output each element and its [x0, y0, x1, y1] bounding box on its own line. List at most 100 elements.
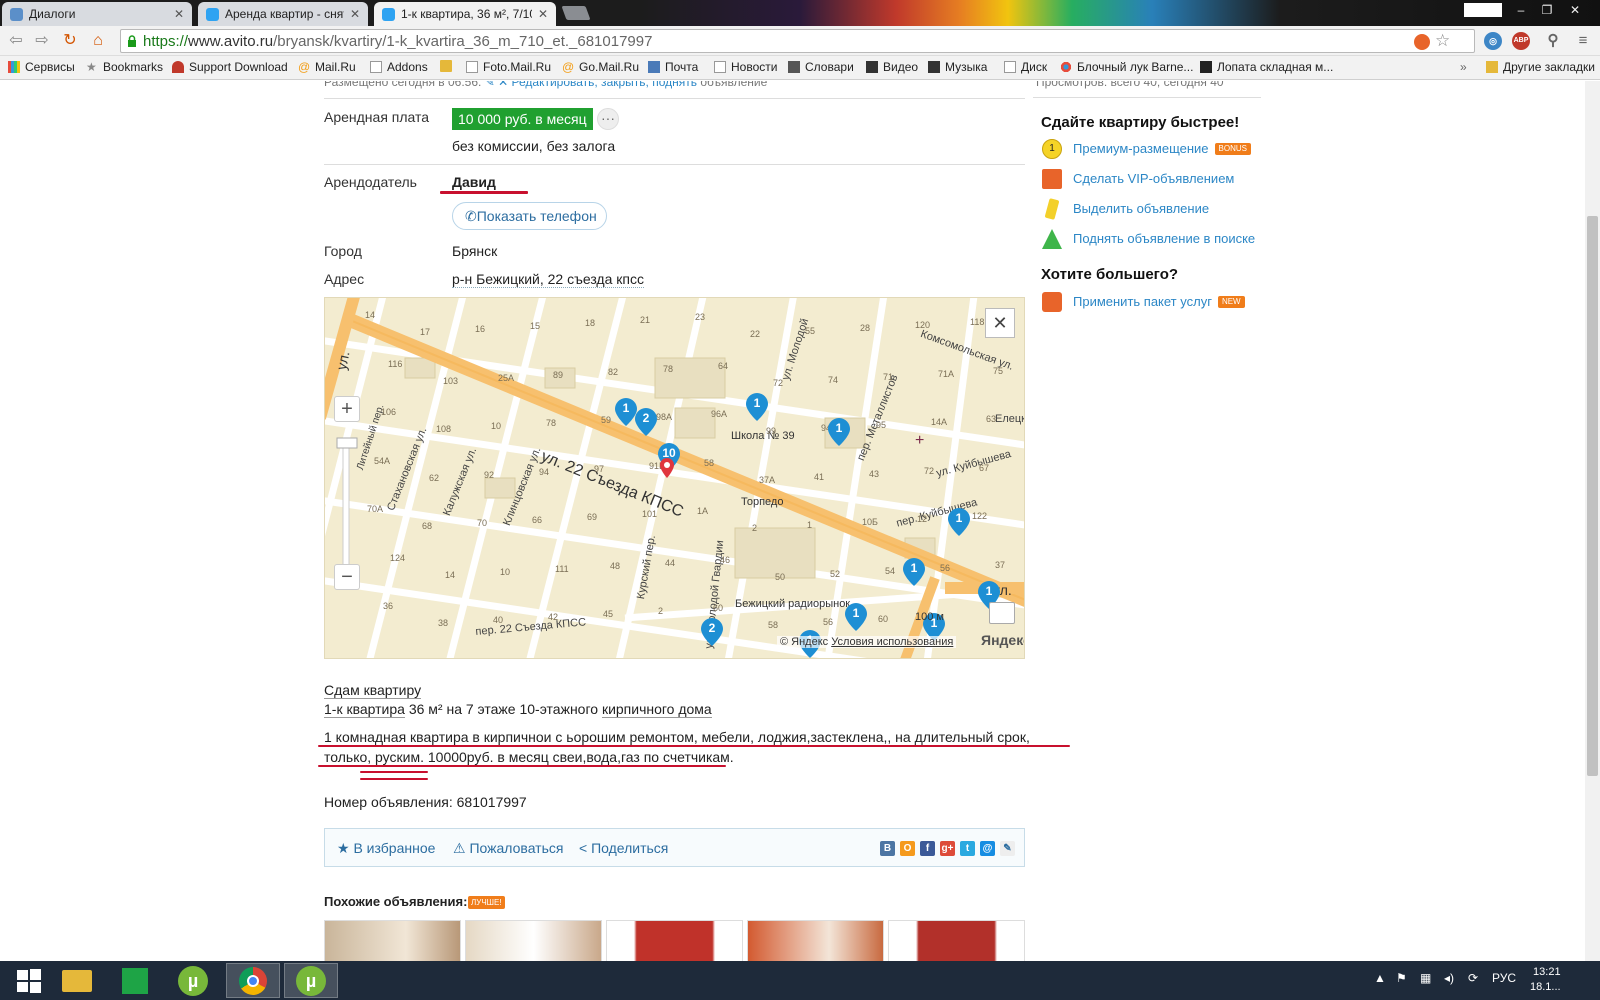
favorite-button[interactable]: ★ В избранное — [337, 840, 435, 857]
odnoklassniki-share-icon[interactable]: О — [900, 841, 915, 856]
map-cluster-marker[interactable]: 1 — [828, 418, 850, 446]
bookmark-go-mailru[interactable]: @ Go.Mail.Ru — [562, 60, 639, 74]
map-cluster-marker[interactable]: 1 — [746, 393, 768, 421]
clock[interactable]: 13:21 18.1... — [1530, 965, 1561, 995]
tab-dialogs[interactable]: Диалоги ✕ — [2, 2, 192, 26]
map-cluster-marker[interactable]: 2 — [701, 618, 723, 646]
map-cluster-marker[interactable]: 1 — [615, 398, 637, 426]
yandex-map[interactable]: ул. 22 Съезда КПСС Стахановская ул. Калу… — [324, 297, 1025, 659]
close-icon[interactable]: ✕ — [174, 7, 184, 21]
bookmark-services[interactable]: Сервисы — [8, 60, 75, 74]
livejournal-share-icon[interactable]: ✎ — [1000, 841, 1015, 856]
map-building-number: 48 — [610, 560, 621, 571]
similar-listing-thumbnail[interactable] — [324, 920, 461, 961]
share-label: Поделиться — [591, 840, 669, 856]
marker-count: 1 — [835, 421, 843, 435]
bookmark-bookmarks[interactable]: ★ Bookmarks — [86, 60, 163, 74]
map-building-number: 103 — [443, 375, 459, 386]
show-hidden-icons[interactable]: ▲ — [1374, 971, 1386, 985]
forward-icon[interactable]: ⇨ — [32, 31, 52, 51]
similar-listing-thumbnail[interactable] — [888, 920, 1025, 961]
sync-icon[interactable]: ⟳ — [1468, 971, 1478, 985]
bookmark-onion-look[interactable]: Блочный лук Barne... — [1060, 60, 1193, 74]
new-tab-button[interactable] — [561, 6, 591, 20]
bookmark-addons[interactable]: Addons — [370, 60, 428, 74]
facebook-share-icon[interactable]: f — [920, 841, 935, 856]
promote-raise-link[interactable]: Поднять объявление в поиске — [1073, 231, 1255, 246]
language-indicator[interactable]: РУС — [1492, 971, 1516, 985]
bookmark-news[interactable]: Новости — [714, 60, 777, 74]
extension-icon[interactable] — [1414, 34, 1430, 50]
volume-icon[interactable]: ◂) — [1444, 971, 1454, 985]
bookmark-star-icon[interactable]: ☆ — [1435, 31, 1450, 51]
windows-start-icon[interactable] — [2, 963, 56, 998]
extension-icon[interactable]: ◎ — [1484, 32, 1502, 50]
map-building-number: 43 — [869, 468, 880, 479]
map-cluster-marker[interactable]: 1 — [845, 603, 867, 631]
report-button[interactable]: ⚠ Пожаловаться — [453, 840, 563, 857]
flag-icon[interactable]: ⚑ — [1396, 971, 1407, 985]
file-explorer-icon[interactable] — [50, 963, 104, 998]
close-icon[interactable]: ✕ — [350, 7, 360, 21]
promote-premium-link[interactable]: Премиум-размещение BONUS — [1073, 141, 1251, 156]
maximize-icon[interactable]: ❐ — [1534, 0, 1560, 20]
more-options-button[interactable]: ··· — [597, 108, 619, 130]
profile-button[interactable] — [1464, 3, 1502, 17]
zoom-in-button[interactable]: + — [334, 396, 360, 422]
tab-rent-list[interactable]: Аренда квартир - снять к ✕ — [198, 2, 368, 26]
address-link[interactable]: р-н Бежицкий, 22 съезда кпсс — [452, 271, 644, 288]
bookmark-folder[interactable] — [440, 60, 457, 72]
ruler-icon[interactable] — [989, 602, 1015, 624]
back-icon[interactable]: ⇦ — [6, 31, 26, 51]
store-icon[interactable] — [108, 963, 162, 998]
bookmark-other[interactable]: Другие закладки — [1486, 60, 1595, 74]
network-icon[interactable]: ▦ — [1420, 971, 1431, 985]
show-phone-button[interactable]: ✆Показать телефон — [452, 202, 607, 230]
googleplus-share-icon[interactable]: g+ — [940, 841, 955, 856]
similar-listing-thumbnail[interactable] — [606, 920, 743, 961]
similar-listing-thumbnail[interactable] — [465, 920, 602, 961]
utorrent-icon[interactable]: µ — [284, 963, 338, 998]
share-button[interactable]: < Поделиться — [579, 840, 668, 856]
address-bar[interactable]: https://www.avito.ru/bryansk/kvartiry/1-… — [120, 29, 1475, 53]
map-close-button[interactable]: ✕ — [985, 308, 1015, 338]
home-icon[interactable]: ⌂ — [88, 31, 108, 51]
terms-link[interactable]: Условия использования — [831, 636, 953, 648]
tab-listing[interactable]: 1-к квартира, 36 м², 7/10 ✕ — [374, 2, 556, 26]
chrome-icon[interactable] — [226, 963, 280, 998]
scrollbar-thumb[interactable] — [1587, 216, 1598, 776]
apply-package-link[interactable]: Применить пакет услуг NEW — [1073, 294, 1245, 309]
bookmark-support-download[interactable]: Support Download — [172, 60, 288, 74]
bookmark-mailru[interactable]: @ Mail.Ru — [298, 60, 356, 74]
minimize-icon[interactable]: – — [1508, 0, 1534, 20]
map-poi-school: Школа № 39 — [731, 430, 795, 442]
bookmarks-overflow-icon[interactable]: » — [1460, 60, 1467, 74]
utorrent-icon[interactable]: µ — [166, 963, 220, 998]
map-cluster-marker[interactable]: 1 — [903, 558, 925, 586]
window-close-icon[interactable]: ✕ — [1562, 0, 1588, 20]
vk-share-icon[interactable]: В — [880, 841, 895, 856]
bookmark-mail[interactable]: Почта — [648, 60, 698, 74]
promote-vip-link[interactable]: Сделать VIP-объявлением — [1073, 171, 1234, 186]
bookmark-disk[interactable]: Диск — [1004, 60, 1047, 74]
promote-highlight-link[interactable]: Выделить объявление — [1073, 201, 1209, 216]
map-cluster-marker[interactable]: 2 — [635, 408, 657, 436]
edit-close-raise-links[interactable]: Редактировать, закрыть, поднять — [512, 81, 697, 89]
menu-icon[interactable]: ≡ — [1574, 32, 1592, 50]
bookmark-foto-mailru[interactable]: Foto.Mail.Ru — [466, 60, 551, 74]
vk-icon — [10, 7, 23, 21]
mailru-share-icon[interactable]: @ — [980, 841, 995, 856]
map-cluster-marker[interactable]: 1 — [948, 508, 970, 536]
bookmark-shovel[interactable]: Лопата складная м... — [1200, 60, 1333, 74]
bookmark-dictionaries[interactable]: Словари — [788, 60, 854, 74]
extension-icon[interactable]: ⚲ — [1544, 32, 1562, 50]
twitter-share-icon[interactable]: t — [960, 841, 975, 856]
zoom-out-button[interactable]: − — [334, 564, 360, 590]
reload-icon[interactable]: ↻ — [60, 31, 80, 51]
similar-listing-thumbnail[interactable] — [747, 920, 884, 961]
bookmark-music[interactable]: Музыка — [928, 60, 987, 74]
adblock-icon[interactable]: ABP — [1512, 32, 1530, 50]
close-icon[interactable]: ✕ — [538, 7, 548, 21]
page-scrollbar[interactable] — [1585, 81, 1600, 961]
bookmark-video[interactable]: Видео — [866, 60, 918, 74]
